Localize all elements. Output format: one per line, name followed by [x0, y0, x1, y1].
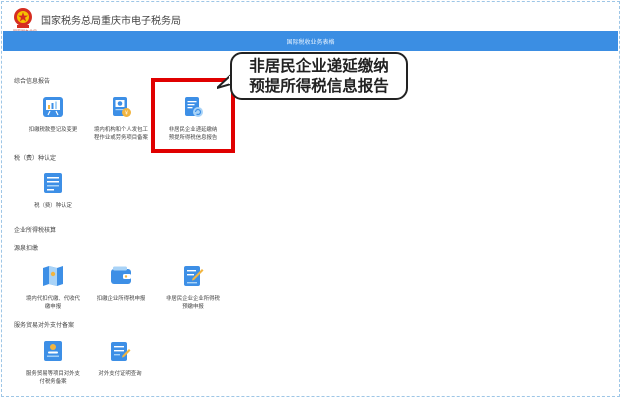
item-label: 境内机构和个人发包工 程作业或劳务项目备案: [94, 127, 148, 141]
item-withholding-declaration[interactable]: 境内代扣代缴、代收代 缴申报: [20, 265, 86, 311]
item-label: 服务贸易等项目对外支 付税务备案: [26, 371, 80, 385]
item-label: 对外支付证明查询: [98, 371, 142, 377]
item-label: 扣缴企业所得税申报: [96, 296, 146, 302]
callout-tail: [217, 74, 231, 89]
document-pen-icon: [184, 266, 204, 286]
item-payment-certificate-query[interactable]: 对外支付证明查询: [86, 340, 154, 379]
item-withholding-income-tax[interactable]: 扣缴企业所得税申报: [84, 265, 158, 304]
item-withholding-registration[interactable]: 扣缴税款登记及变更: [20, 96, 86, 135]
callout-bubble: 非居民企业递延缴纳 预提所得税信息报告: [230, 52, 408, 100]
item-label: 境内代扣代缴、代收代 缴申报: [26, 296, 80, 310]
section-enterprise-income: 企业所得税核算: [14, 227, 57, 234]
item-tax-type-determination[interactable]: 税（费）种认定: [20, 172, 86, 211]
notepad-pen-icon: [111, 342, 131, 361]
item-contract-project-filing[interactable]: ¥ 境内机构和个人发包工 程作业或劳务项目备案: [84, 96, 158, 142]
item-label: 非居民企业企业所得税 预缴申报: [166, 296, 220, 310]
callout-line-1: 非居民企业递延缴纳: [249, 57, 389, 75]
site-title[interactable]: 国家税务总局重庆市电子税务局: [41, 12, 181, 27]
national-emblem-icon[interactable]: [13, 7, 33, 29]
item-service-trade-filing[interactable]: 服务贸易等项目对外支 付税务备案: [20, 340, 86, 386]
section-comprehensive: 综合信息报告: [14, 78, 51, 85]
presentation-board-icon: [43, 97, 63, 117]
item-label: 扣缴税款登记及变更: [28, 127, 78, 133]
form-person-icon: [44, 341, 62, 361]
wallet-icon: [111, 266, 131, 284]
svg-text:¥: ¥: [125, 110, 128, 116]
section-tax-type: 税（费）种认定: [14, 155, 57, 162]
section-withholding: 源泉扣缴: [14, 245, 39, 252]
document-coin-icon: ¥: [113, 97, 131, 117]
callout-line-2: 预提所得税信息报告: [249, 77, 389, 95]
site-header: 国家税务总局 国家税务总局重庆市电子税务局: [3, 3, 618, 34]
map-folded-icon: [43, 266, 63, 286]
section-banner: 国际税收业务表格: [3, 31, 618, 51]
section-service-trade: 服务贸易对外支付备案: [14, 322, 75, 329]
item-label: 税（费）种认定: [34, 203, 72, 209]
form-list-icon: [44, 173, 62, 193]
banner-title: 国际税收业务表格: [286, 39, 335, 46]
item-nonresident-prepayment[interactable]: 非居民企业企业所得税 预缴申报: [155, 265, 231, 311]
